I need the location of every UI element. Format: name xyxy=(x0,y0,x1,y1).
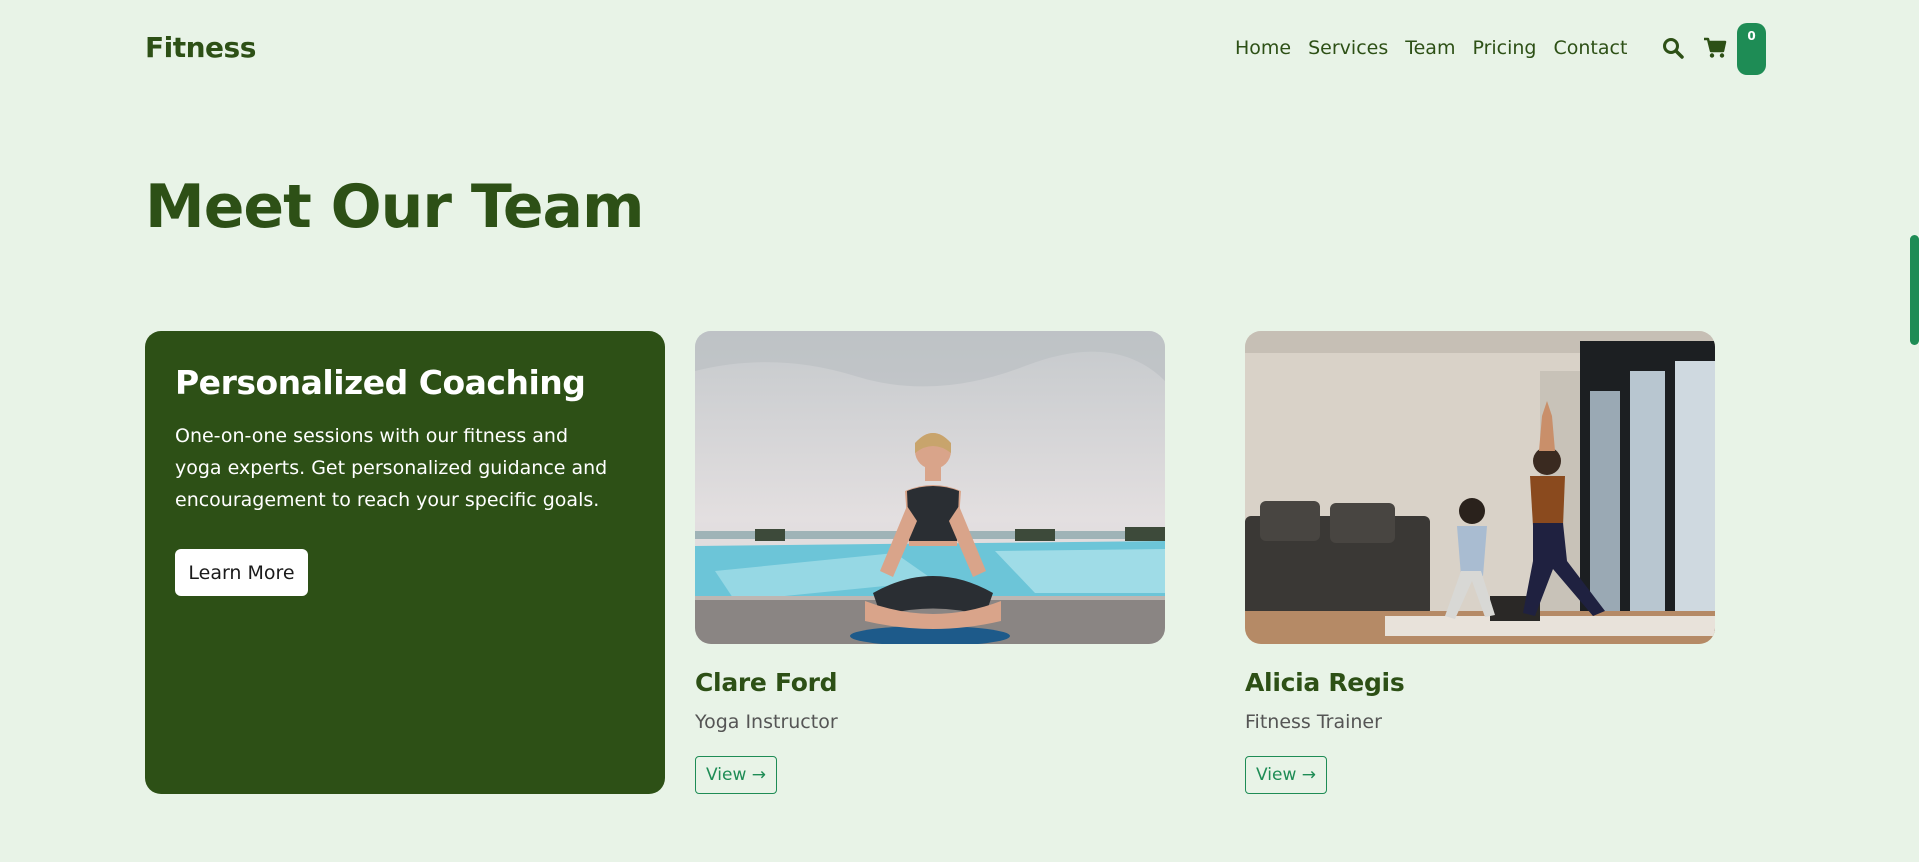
cart-count-badge[interactable]: 0 xyxy=(1737,23,1766,75)
page-title: Meet Our Team xyxy=(145,172,645,242)
search-icon[interactable] xyxy=(1662,37,1686,61)
team-member-role: Fitness Trainer xyxy=(1245,711,1382,733)
scrollbar-thumb[interactable] xyxy=(1910,235,1919,345)
team-member-name: Clare Ford xyxy=(695,668,838,697)
header: Fitness Home Services Team Pricing Conta… xyxy=(0,0,1919,100)
team-member-role: Yoga Instructor xyxy=(695,711,838,733)
team-member-name: Alicia Regis xyxy=(1245,668,1405,697)
page: Fitness Home Services Team Pricing Conta… xyxy=(0,0,1919,862)
learn-more-button[interactable]: Learn More xyxy=(175,549,308,596)
main-nav: Home Services Team Pricing Contact xyxy=(1235,37,1644,59)
cart-icon[interactable] xyxy=(1703,37,1727,61)
nav-contact[interactable]: Contact xyxy=(1554,37,1628,59)
team-member-photo xyxy=(1245,331,1715,644)
team-member-card: Alicia Regis Fitness Trainer View → xyxy=(1245,331,1715,794)
nav-team[interactable]: Team xyxy=(1405,37,1455,59)
team-member-photo xyxy=(695,331,1165,644)
coaching-title: Personalized Coaching xyxy=(175,363,586,402)
coaching-description: One-on-one sessions with our fitness and… xyxy=(175,425,608,511)
view-member-button[interactable]: View → xyxy=(695,756,777,794)
coaching-card: Personalized Coaching One-on-one session… xyxy=(145,331,665,794)
nav-pricing[interactable]: Pricing xyxy=(1472,37,1536,59)
view-member-button[interactable]: View → xyxy=(1245,756,1327,794)
nav-services[interactable]: Services xyxy=(1308,37,1388,59)
brand-logo[interactable]: Fitness xyxy=(145,31,256,64)
nav-home[interactable]: Home xyxy=(1235,37,1291,59)
team-member-card: Clare Ford Yoga Instructor View → xyxy=(695,331,1165,794)
